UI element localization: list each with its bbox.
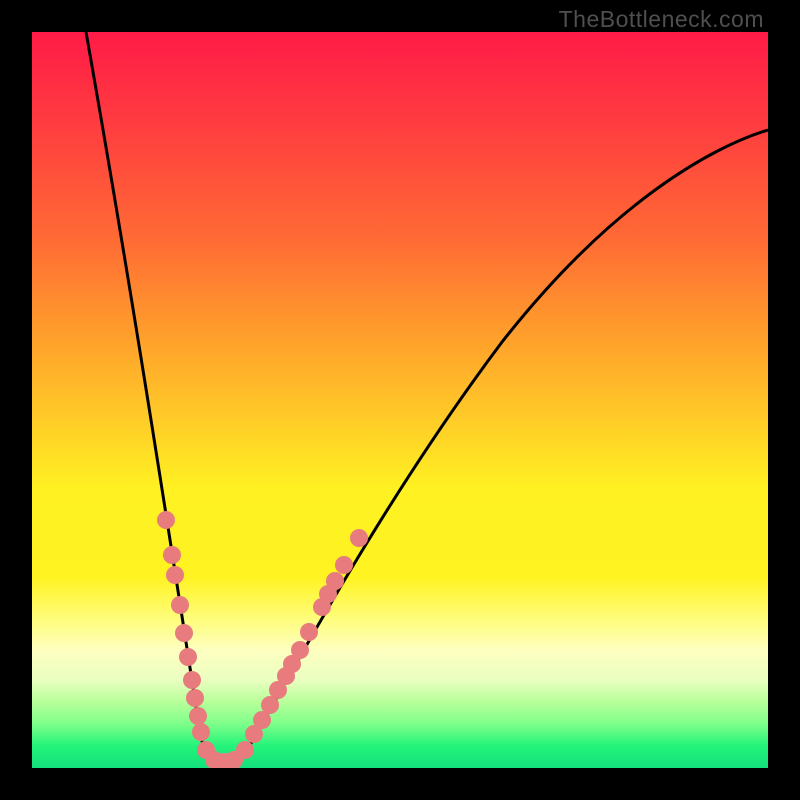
data-point	[335, 556, 353, 574]
data-point	[192, 723, 210, 741]
data-point	[157, 511, 175, 529]
data-point	[186, 689, 204, 707]
data-point	[350, 529, 368, 547]
watermark-text: TheBottleneck.com	[559, 6, 764, 33]
data-point	[326, 572, 344, 590]
data-point	[175, 624, 193, 642]
data-point	[236, 741, 254, 759]
data-point	[189, 707, 207, 725]
data-point	[171, 596, 189, 614]
data-point	[291, 641, 309, 659]
data-point	[300, 623, 318, 641]
chart-svg	[32, 32, 768, 768]
data-point	[183, 671, 201, 689]
data-point	[163, 546, 181, 564]
data-point	[166, 566, 184, 584]
data-markers	[157, 511, 368, 768]
data-point	[179, 648, 197, 666]
